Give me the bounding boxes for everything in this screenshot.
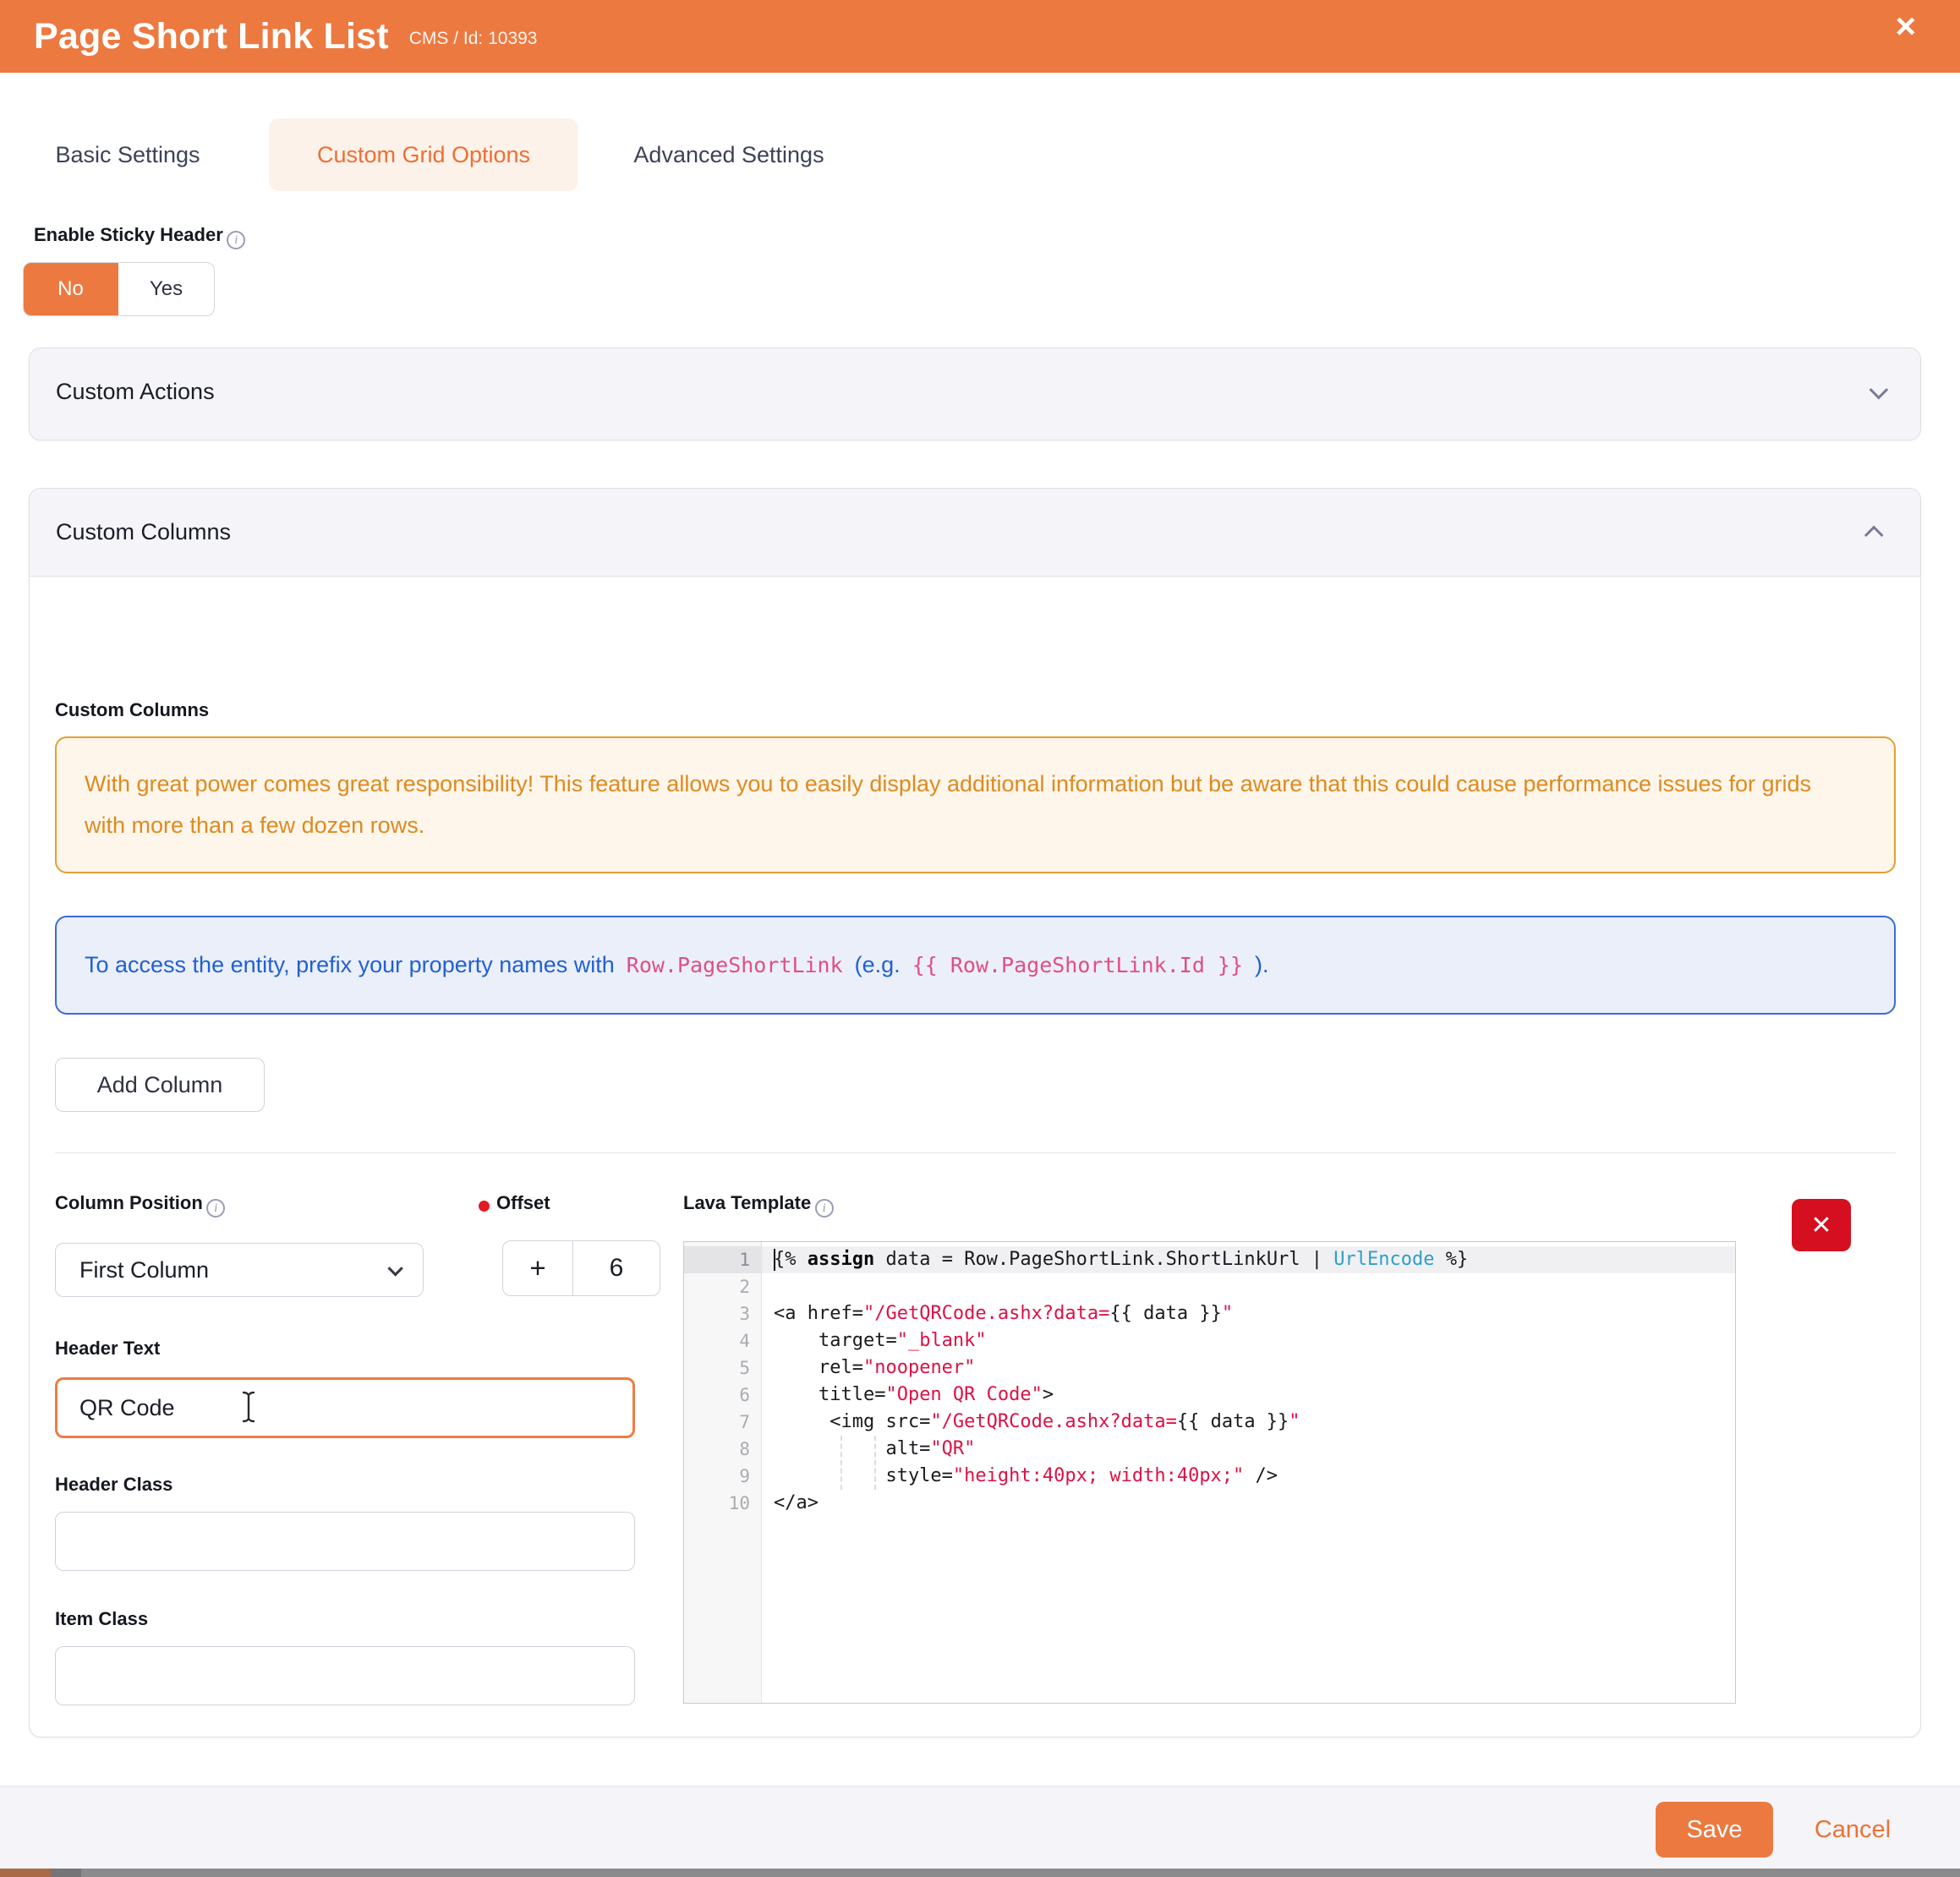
custom-columns-panel-header[interactable]: Custom Columns xyxy=(30,489,1920,576)
code-line: 1{% assign data = Row.PageShortLink.Shor… xyxy=(684,1246,1735,1273)
item-class-label: Item Class xyxy=(55,1608,148,1630)
ibeam-cursor-icon xyxy=(239,1390,258,1424)
modal-footer: Save Cancel xyxy=(0,1786,1960,1869)
custom-columns-title: Custom Columns xyxy=(56,519,1870,545)
text-cursor xyxy=(774,1249,775,1271)
code-line: 5 rel="noopener" xyxy=(684,1354,1735,1382)
sticky-header-toggle: No Yes xyxy=(23,262,215,316)
page-background-strip xyxy=(0,1869,51,1877)
offset-label: Offset xyxy=(496,1192,550,1214)
offset-stepper: + 6 xyxy=(502,1240,660,1296)
indent-guide xyxy=(874,1436,876,1490)
custom-columns-field-label: Custom Columns xyxy=(55,699,209,721)
warning-alert: With great power comes great responsibil… xyxy=(55,736,1896,873)
chevron-down-icon[interactable] xyxy=(1870,380,1889,399)
info-icon: i xyxy=(206,1199,225,1218)
save-button[interactable]: Save xyxy=(1656,1802,1773,1858)
custom-actions-panel: Custom Actions xyxy=(29,347,1921,441)
chevron-down-icon xyxy=(387,1261,402,1276)
sticky-header-label: Enable Sticky Header xyxy=(34,224,223,245)
header-text-label: Header Text xyxy=(55,1338,160,1360)
info-alert: To access the entity, prefix your proper… xyxy=(55,916,1896,1015)
lava-template-label: Lava Template xyxy=(683,1192,811,1213)
code-line: 6 title="Open QR Code"> xyxy=(684,1382,1735,1409)
offset-value[interactable]: 6 xyxy=(573,1241,660,1295)
add-column-button[interactable]: Add Column xyxy=(55,1058,265,1112)
page-title: Page Short Link List xyxy=(34,16,389,57)
tab-advanced-settings[interactable]: Advanced Settings xyxy=(602,118,856,191)
custom-actions-title: Custom Actions xyxy=(56,379,1870,405)
offset-increment-button[interactable]: + xyxy=(503,1241,573,1295)
code-line: 7 <img src="/GetQRCode.ashx?data={{ data… xyxy=(684,1409,1735,1436)
info-icon: i xyxy=(227,231,245,249)
column-position-value: First Column xyxy=(79,1257,209,1283)
code-line: 2 xyxy=(684,1273,1735,1300)
info-alert-code: Row.PageShortLink xyxy=(627,953,843,977)
tab-basic-settings[interactable]: Basic Settings xyxy=(30,118,225,191)
lava-code-editor[interactable]: 1{% assign data = Row.PageShortLink.Shor… xyxy=(683,1241,1736,1704)
header-class-input[interactable] xyxy=(55,1512,635,1571)
info-alert-text: (e.g. xyxy=(855,952,901,978)
delete-column-button[interactable]: ✕ xyxy=(1792,1199,1851,1251)
code-line: 4 target="_blank" xyxy=(684,1327,1735,1354)
info-icon: i xyxy=(815,1199,834,1218)
custom-columns-panel: Custom Columns Custom Columns With great… xyxy=(29,488,1921,1737)
code-line: 10</a> xyxy=(684,1490,1735,1517)
toggle-yes-button[interactable]: Yes xyxy=(118,263,214,315)
code-line: 3<a href="/GetQRCode.ashx?data={{ data }… xyxy=(684,1300,1735,1327)
cancel-button[interactable]: Cancel xyxy=(1802,1802,1903,1858)
page-background-strip xyxy=(81,1869,1960,1877)
divider xyxy=(55,1152,1896,1153)
column-position-select[interactable]: First Column xyxy=(55,1243,424,1297)
custom-columns-panel-body: Custom Columns With great power comes gr… xyxy=(30,576,1920,1737)
page-subtitle: CMS / Id: 10393 xyxy=(409,29,538,49)
info-alert-text: ). xyxy=(1255,952,1269,978)
header-class-label: Header Class xyxy=(55,1474,172,1496)
info-alert-code: {{ Row.PageShortLink.Id }} xyxy=(912,953,1243,977)
tab-custom-grid-options[interactable]: Custom Grid Options xyxy=(269,118,578,191)
info-alert-text: To access the entity, prefix your proper… xyxy=(85,952,615,978)
toggle-no-button[interactable]: No xyxy=(23,262,118,316)
item-class-input[interactable] xyxy=(55,1646,635,1705)
page-background-strip xyxy=(51,1869,81,1877)
indent-guide xyxy=(840,1436,842,1490)
header-text-input[interactable] xyxy=(55,1377,635,1438)
modal-header: Page Short Link List CMS / Id: 10393 × xyxy=(0,0,1960,73)
close-icon[interactable]: × xyxy=(1895,8,1916,44)
column-position-label: Column Position xyxy=(55,1192,203,1213)
custom-actions-panel-header[interactable]: Custom Actions xyxy=(30,348,1920,435)
required-dot-icon xyxy=(479,1201,490,1212)
